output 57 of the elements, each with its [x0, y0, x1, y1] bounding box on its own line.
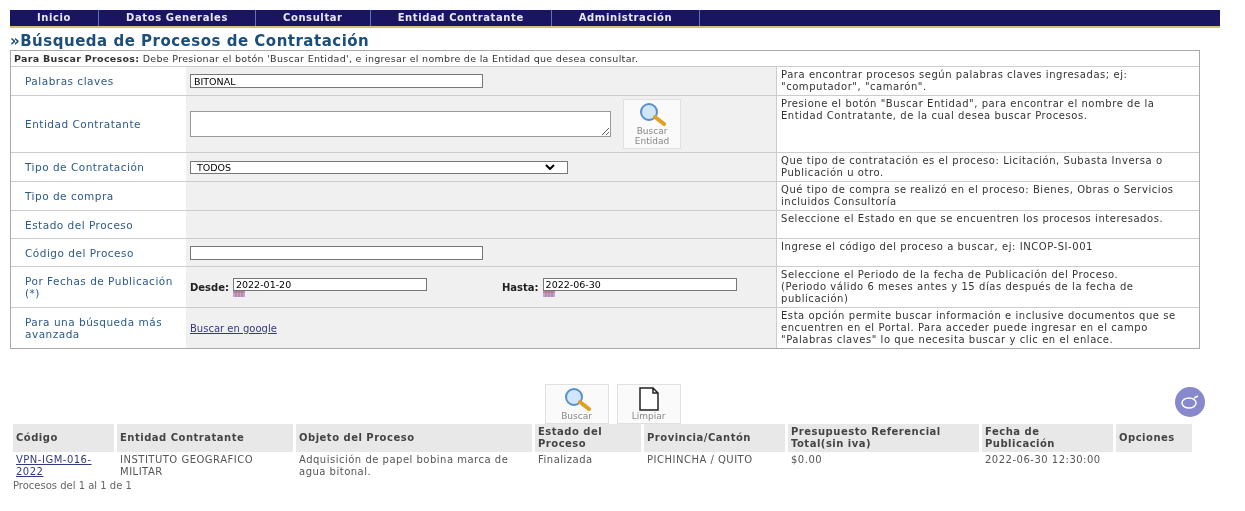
- help-text: Seleccione el Periodo de la fecha de Publicación del Proceso. (Periodo válido 6 meses antes y 15 días después de la fecha de publicación): [776, 267, 1199, 307]
- table-cell: $0.00: [791, 454, 823, 465]
- field-label: Código del Proceso: [25, 246, 134, 259]
- search-entity-button[interactable]: Buscar Entidad: [623, 99, 681, 149]
- help-text: Que tipo de contratación es el proceso: Licitación, Subasta Inversa o Publicación u otro.: [776, 153, 1199, 181]
- date-field[interactable]: 2022-06-30: [542, 277, 737, 291]
- calendar-icon[interactable]: [233, 290, 245, 297]
- table-cell: Adquisición de papel bobina marca de agua bitonal.: [299, 454, 509, 477]
- text-field[interactable]: [190, 245, 483, 260]
- nav-link[interactable]: Administración: [551, 10, 701, 26]
- help-text: Seleccione el Estado en que se encuentren los procesos interesados.: [776, 211, 1199, 238]
- table-cell: 2022-06-30 12:30:00: [985, 454, 1101, 465]
- clear-button[interactable]: Limpiar: [616, 384, 681, 424]
- table-cell: INSTITUTO GEOGRAFICO MILITAR: [120, 454, 254, 477]
- help-text: Para encontrar procesos según palabras claves ingresadas; ej: "computador", "camarón".: [776, 67, 1199, 95]
- help-text: Esta opción permite buscar información e inclusive documentos que se encuentren en el Portal. Para acceder puede ingresar en el campo "Palabras claves" lo que necesita buscar y clic en el enlace.: [776, 308, 1199, 348]
- field-label: Para una búsqueda más avanzada: [25, 316, 164, 340]
- column-header: Fecha de Publicación: [985, 426, 1055, 449]
- search-button[interactable]: Buscar: [544, 384, 609, 424]
- nav-link[interactable]: Entidad Contratante: [370, 10, 552, 26]
- dropdown[interactable]: TODOS: [190, 160, 568, 174]
- text-area[interactable]: [190, 111, 611, 137]
- column-header: Opciones: [1119, 432, 1175, 443]
- blank-page-icon: [637, 387, 660, 411]
- bubble-icon: [1181, 395, 1199, 409]
- magnifier-icon: [637, 102, 667, 126]
- process-code-link[interactable]: VPN-IGM-016-2022: [16, 454, 111, 478]
- column-header: Presupuesto Referencial Total(sin iva): [791, 426, 941, 449]
- google-search-link[interactable]: Buscar en google: [190, 322, 277, 334]
- from-label: Desde:: [190, 281, 229, 293]
- column-header: Objeto del Proceso: [299, 432, 415, 443]
- nav-link[interactable]: Inicio: [10, 10, 100, 26]
- field-label: Entidad Contratante: [25, 118, 141, 130]
- calendar-icon[interactable]: [542, 290, 555, 297]
- chevron-down-icon: [545, 164, 555, 170]
- field-label: Tipo de compra: [25, 190, 114, 202]
- to-label: Hasta:: [502, 281, 539, 293]
- help-text: Qué tipo de compra se realizó en el proceso: Bienes, Obras o Servicios incluidos Consultoría: [776, 182, 1199, 210]
- field-label: Por Fechas de Publicación (*): [25, 275, 174, 299]
- page-title: »Búsqueda de Procesos de Contratación: [10, 32, 371, 50]
- help-text: Ingrese el código del proceso a buscar, ej: INCOP-SI-001: [776, 239, 1199, 266]
- table-cell: PICHINCHA / QUITO: [647, 454, 753, 465]
- nav-link[interactable]: Consultar: [255, 10, 371, 26]
- field-label: Palabras claves: [25, 75, 114, 87]
- text-field[interactable]: BITONAL: [190, 74, 483, 88]
- floating-chat-button[interactable]: [1175, 387, 1205, 417]
- help-text: Presione el botón "Buscar Entidad", para encontrar el nombre de la Entidad Contratante, de la cual desea buscar Procesos.: [776, 96, 1199, 152]
- column-header: Estado del Proceso: [538, 426, 603, 449]
- column-header: Código: [16, 432, 58, 443]
- field-label: Estado del Proceso: [25, 218, 134, 231]
- field-label: Tipo de Contratación: [25, 161, 145, 173]
- column-header: Provincia/Cantón: [647, 432, 751, 443]
- table-cell: Finalizada: [538, 454, 593, 465]
- column-header: Entidad Contratante: [120, 432, 245, 443]
- nav-link[interactable]: Datos Generales: [99, 10, 256, 26]
- date-field[interactable]: 2022-01-20: [233, 277, 427, 291]
- results-count: Procesos del 1 al 1 de 1: [13, 480, 133, 491]
